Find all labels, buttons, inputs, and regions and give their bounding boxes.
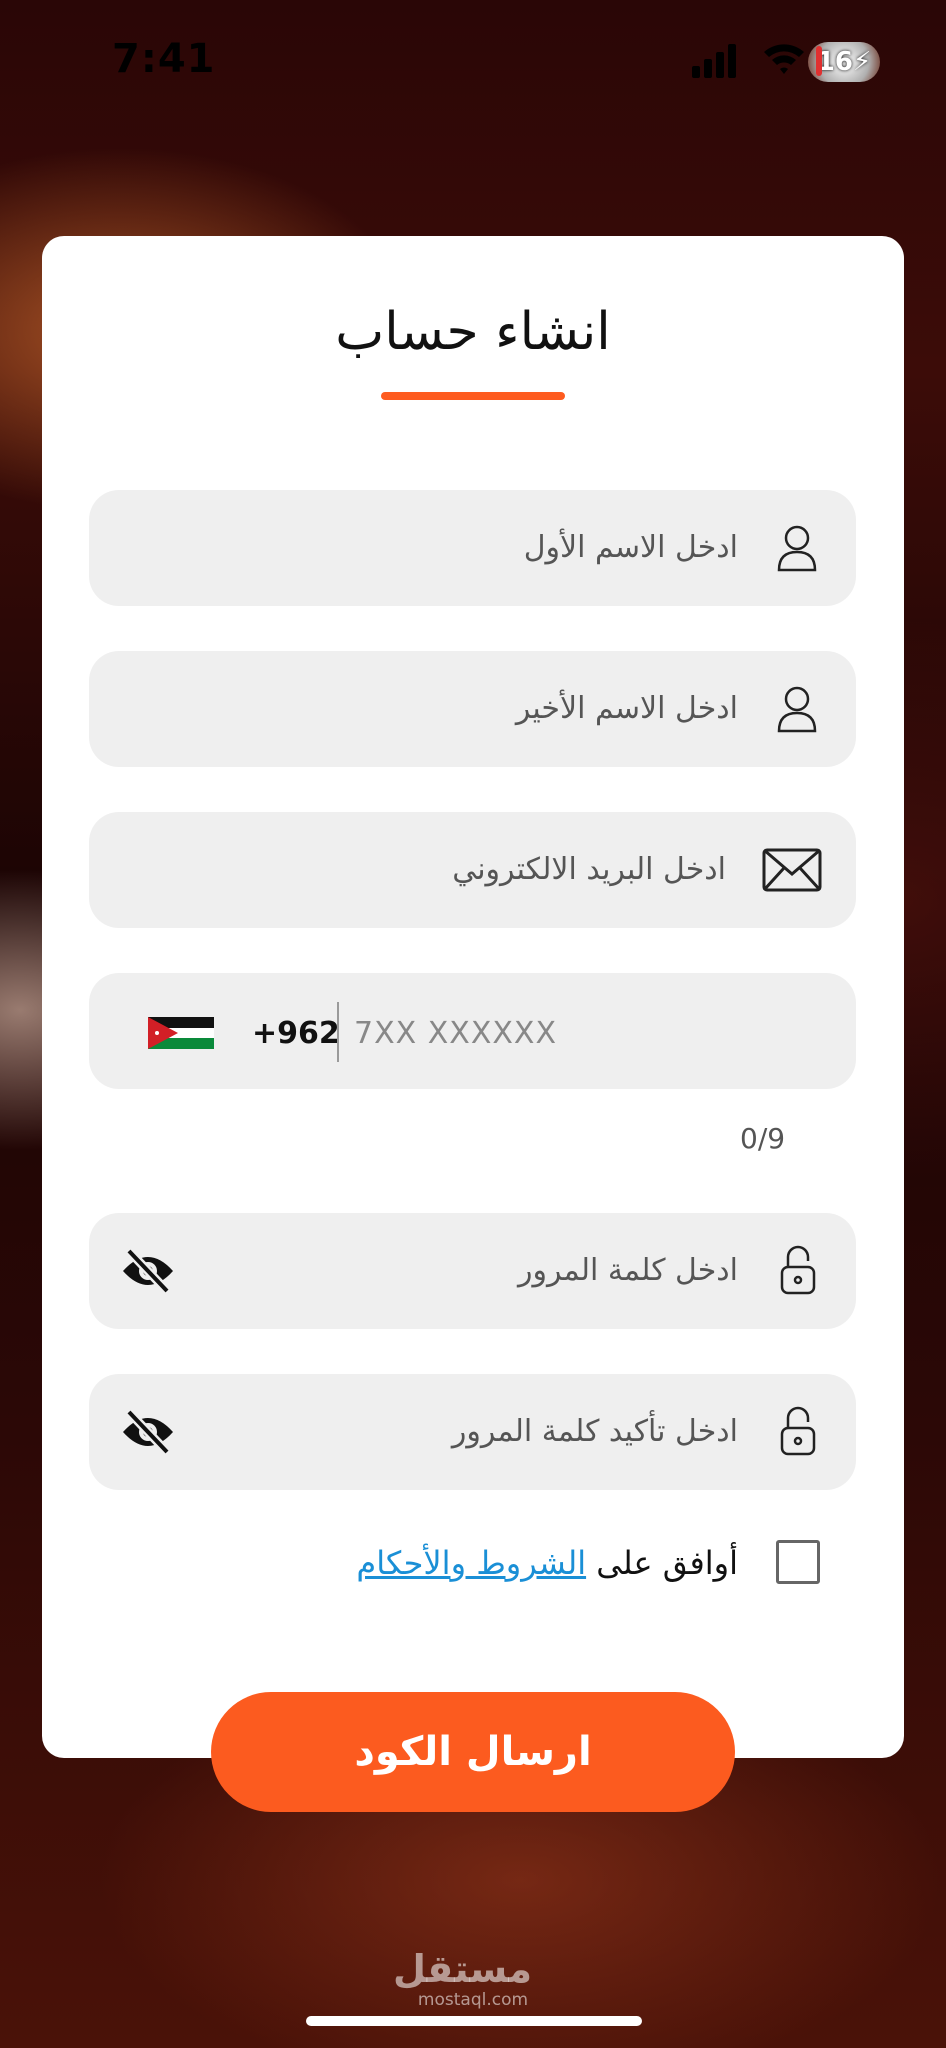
status-time: 7:41 [112, 36, 216, 82]
terms-prefix: أوافق على [586, 1544, 738, 1582]
first-name-field[interactable]: ادخل الاسم الأول [89, 490, 856, 606]
lock-icon [780, 1245, 816, 1295]
terms-link[interactable]: الشروط والأحكام [356, 1544, 586, 1582]
title-underline [381, 392, 565, 400]
password-placeholder: ادخل كلمة المرور [517, 1253, 738, 1288]
first-name-placeholder: ادخل الاسم الأول [523, 530, 738, 565]
page-title: انشاء حساب [335, 302, 611, 362]
confirm-password-placeholder: ادخل تأكيد كلمة المرور [451, 1414, 738, 1449]
eye-off-icon[interactable] [121, 1247, 175, 1295]
eye-off-icon[interactable] [121, 1408, 175, 1456]
battery-level: 16 [816, 47, 853, 77]
email-placeholder: ادخل البريد الالكتروني [452, 852, 726, 887]
terms-agreement: أوافق على الشروط والأحكام [356, 1544, 738, 1582]
jordan-flag-icon[interactable] [148, 1017, 214, 1049]
watermark-url: mostaql.com [417, 1990, 529, 2010]
user-icon [777, 686, 817, 733]
phone-digit-counter: 0/9 [740, 1122, 786, 1155]
envelope-icon [762, 848, 822, 892]
last-name-field[interactable]: ادخل الاسم الأخير [89, 651, 856, 767]
wifi-icon [764, 44, 804, 74]
phone-divider [337, 1002, 339, 1062]
phone-input[interactable]: 7XX XXXXXX [354, 1016, 557, 1051]
country-code[interactable]: +962 [252, 1016, 340, 1051]
lock-icon [780, 1406, 816, 1456]
last-name-placeholder: ادخل الاسم الأخير [515, 691, 738, 726]
status-bar: 7:41 16 ⚡ [0, 0, 946, 120]
charging-icon: ⚡ [852, 47, 872, 77]
watermark-logo: مستقل [393, 1947, 532, 1991]
watermark: مستقل mostaql.com [393, 1947, 532, 2010]
cellular-signal-icon [692, 44, 736, 78]
password-field[interactable]: ادخل كلمة المرور [89, 1213, 856, 1329]
battery-low-mark [816, 46, 822, 76]
email-field[interactable]: ادخل البريد الالكتروني [89, 812, 856, 928]
send-code-button[interactable]: ارسال الكود [211, 1692, 735, 1812]
terms-checkbox[interactable] [776, 1540, 820, 1584]
user-icon [777, 525, 817, 572]
home-indicator[interactable] [306, 2016, 642, 2026]
confirm-password-field[interactable]: ادخل تأكيد كلمة المرور [89, 1374, 856, 1490]
